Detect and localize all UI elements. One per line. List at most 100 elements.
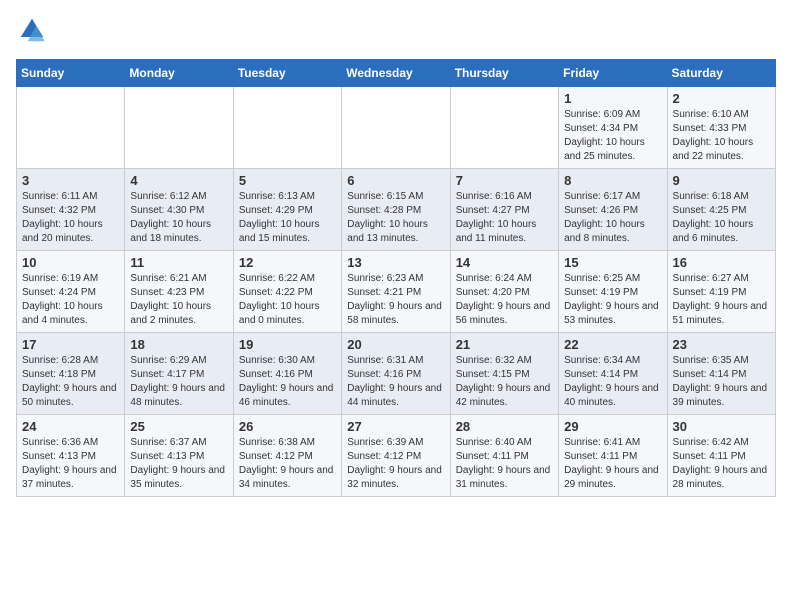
column-header-friday: Friday — [559, 60, 667, 87]
column-header-monday: Monday — [125, 60, 233, 87]
day-info: Sunrise: 6:31 AM Sunset: 4:16 PM Dayligh… — [347, 354, 444, 410]
page-header — [16, 16, 776, 49]
week-row-5: 24 Sunrise: 6:36 AM Sunset: 4:13 PM Dayli… — [17, 415, 776, 497]
day-info: Sunrise: 6:42 AM Sunset: 4:11 PM Dayligh… — [673, 436, 770, 492]
calendar-cell: 17 Sunrise: 6:28 AM Sunset: 4:18 PM Dayli… — [17, 333, 125, 415]
day-info: Sunrise: 6:35 AM Sunset: 4:14 PM Dayligh… — [673, 354, 770, 410]
calendar-cell: 4 Sunrise: 6:12 AM Sunset: 4:30 PM Daylig… — [125, 169, 233, 251]
logo — [16, 16, 46, 49]
calendar-table: SundayMondayTuesdayWednesdayThursdayFrid… — [16, 59, 776, 497]
day-info: Sunrise: 6:36 AM Sunset: 4:13 PM Dayligh… — [22, 436, 119, 492]
calendar-cell: 13 Sunrise: 6:23 AM Sunset: 4:21 PM Dayli… — [342, 251, 450, 333]
day-number: 29 — [564, 419, 661, 434]
day-info: Sunrise: 6:15 AM Sunset: 4:28 PM Dayligh… — [347, 190, 444, 246]
column-header-thursday: Thursday — [450, 60, 558, 87]
calendar-cell: 26 Sunrise: 6:38 AM Sunset: 4:12 PM Dayli… — [233, 415, 341, 497]
calendar-cell: 12Sunrise: 6:22 AM Sunset: 4:22 PM Dayli… — [233, 251, 341, 333]
week-row-3: 10 Sunrise: 6:19 AM Sunset: 4:24 PM Dayli… — [17, 251, 776, 333]
week-row-4: 17 Sunrise: 6:28 AM Sunset: 4:18 PM Dayli… — [17, 333, 776, 415]
day-number: 20 — [347, 337, 444, 352]
calendar-cell — [17, 87, 125, 169]
day-number: 14 — [456, 255, 553, 270]
day-number: 15 — [564, 255, 661, 270]
calendar-cell: 9 Sunrise: 6:18 AM Sunset: 4:25 PM Daylig… — [667, 169, 775, 251]
day-number: 11 — [130, 255, 227, 270]
day-number: 4 — [130, 173, 227, 188]
day-info: Sunrise: 6:10 AM Sunset: 4:33 PM Dayligh… — [673, 108, 770, 164]
day-info: Sunrise: 6:34 AM Sunset: 4:14 PM Dayligh… — [564, 354, 661, 410]
day-info: Sunrise: 6:11 AM Sunset: 4:32 PM Dayligh… — [22, 190, 119, 246]
column-header-sunday: Sunday — [17, 60, 125, 87]
day-number: 5 — [239, 173, 336, 188]
day-info: Sunrise: 6:28 AM Sunset: 4:18 PM Dayligh… — [22, 354, 119, 410]
day-info: Sunrise: 6:40 AM Sunset: 4:11 PM Dayligh… — [456, 436, 553, 492]
day-number: 26 — [239, 419, 336, 434]
calendar-cell — [450, 87, 558, 169]
calendar-cell: 19Sunrise: 6:30 AM Sunset: 4:16 PM Dayli… — [233, 333, 341, 415]
calendar-cell: 27 Sunrise: 6:39 AM Sunset: 4:12 PM Dayli… — [342, 415, 450, 497]
day-number: 25 — [130, 419, 227, 434]
day-info: Sunrise: 6:37 AM Sunset: 4:13 PM Dayligh… — [130, 436, 227, 492]
calendar-cell: 29 Sunrise: 6:41 AM Sunset: 4:11 PM Dayli… — [559, 415, 667, 497]
day-info: Sunrise: 6:12 AM Sunset: 4:30 PM Dayligh… — [130, 190, 227, 246]
day-number: 22 — [564, 337, 661, 352]
day-info: Sunrise: 6:25 AM Sunset: 4:19 PM Dayligh… — [564, 272, 661, 328]
week-row-2: 3 Sunrise: 6:11 AM Sunset: 4:32 PM Daylig… — [17, 169, 776, 251]
calendar-cell: 18Sunrise: 6:29 AM Sunset: 4:17 PM Dayli… — [125, 333, 233, 415]
day-number: 19 — [239, 337, 336, 352]
logo-icon — [18, 16, 46, 44]
calendar-cell: 6 Sunrise: 6:15 AM Sunset: 4:28 PM Daylig… — [342, 169, 450, 251]
day-number: 8 — [564, 173, 661, 188]
calendar-cell: 30Sunrise: 6:42 AM Sunset: 4:11 PM Dayli… — [667, 415, 775, 497]
day-info: Sunrise: 6:32 AM Sunset: 4:15 PM Dayligh… — [456, 354, 553, 410]
day-number: 7 — [456, 173, 553, 188]
day-number: 9 — [673, 173, 770, 188]
header-row: SundayMondayTuesdayWednesdayThursdayFrid… — [17, 60, 776, 87]
day-number: 13 — [347, 255, 444, 270]
calendar-cell: 2 Sunrise: 6:10 AM Sunset: 4:33 PM Daylig… — [667, 87, 775, 169]
day-number: 3 — [22, 173, 119, 188]
day-number: 6 — [347, 173, 444, 188]
day-info: Sunrise: 6:22 AM Sunset: 4:22 PM Dayligh… — [239, 272, 336, 328]
calendar-cell: 14 Sunrise: 6:24 AM Sunset: 4:20 PM Dayli… — [450, 251, 558, 333]
day-number: 17 — [22, 337, 119, 352]
calendar-cell: 15 Sunrise: 6:25 AM Sunset: 4:19 PM Dayli… — [559, 251, 667, 333]
calendar-cell: 3 Sunrise: 6:11 AM Sunset: 4:32 PM Daylig… — [17, 169, 125, 251]
day-info: Sunrise: 6:41 AM Sunset: 4:11 PM Dayligh… — [564, 436, 661, 492]
calendar-cell: 1 Sunrise: 6:09 AM Sunset: 4:34 PM Daylig… — [559, 87, 667, 169]
calendar-cell — [342, 87, 450, 169]
calendar-cell: 23 Sunrise: 6:35 AM Sunset: 4:14 PM Dayli… — [667, 333, 775, 415]
day-number: 10 — [22, 255, 119, 270]
column-header-saturday: Saturday — [667, 60, 775, 87]
day-number: 21 — [456, 337, 553, 352]
day-info: Sunrise: 6:39 AM Sunset: 4:12 PM Dayligh… — [347, 436, 444, 492]
day-number: 27 — [347, 419, 444, 434]
day-number: 24 — [22, 419, 119, 434]
calendar-cell: 8 Sunrise: 6:17 AM Sunset: 4:26 PM Daylig… — [559, 169, 667, 251]
calendar-cell: 25 Sunrise: 6:37 AM Sunset: 4:13 PM Dayli… — [125, 415, 233, 497]
day-info: Sunrise: 6:18 AM Sunset: 4:25 PM Dayligh… — [673, 190, 770, 246]
day-info: Sunrise: 6:38 AM Sunset: 4:12 PM Dayligh… — [239, 436, 336, 492]
day-number: 16 — [673, 255, 770, 270]
day-info: Sunrise: 6:09 AM Sunset: 4:34 PM Dayligh… — [564, 108, 661, 164]
day-info: Sunrise: 6:29 AM Sunset: 4:17 PM Dayligh… — [130, 354, 227, 410]
day-info: Sunrise: 6:16 AM Sunset: 4:27 PM Dayligh… — [456, 190, 553, 246]
day-info: Sunrise: 6:19 AM Sunset: 4:24 PM Dayligh… — [22, 272, 119, 328]
day-number: 2 — [673, 91, 770, 106]
calendar-cell: 22 Sunrise: 6:34 AM Sunset: 4:14 PM Dayli… — [559, 333, 667, 415]
week-row-1: 1 Sunrise: 6:09 AM Sunset: 4:34 PM Daylig… — [17, 87, 776, 169]
day-info: Sunrise: 6:17 AM Sunset: 4:26 PM Dayligh… — [564, 190, 661, 246]
calendar-cell: 24 Sunrise: 6:36 AM Sunset: 4:13 PM Dayli… — [17, 415, 125, 497]
day-number: 1 — [564, 91, 661, 106]
calendar-cell: 21 Sunrise: 6:32 AM Sunset: 4:15 PM Dayli… — [450, 333, 558, 415]
calendar-cell: 28 Sunrise: 6:40 AM Sunset: 4:11 PM Dayli… — [450, 415, 558, 497]
day-info: Sunrise: 6:23 AM Sunset: 4:21 PM Dayligh… — [347, 272, 444, 328]
calendar-cell — [125, 87, 233, 169]
day-info: Sunrise: 6:21 AM Sunset: 4:23 PM Dayligh… — [130, 272, 227, 328]
day-number: 23 — [673, 337, 770, 352]
day-info: Sunrise: 6:13 AM Sunset: 4:29 PM Dayligh… — [239, 190, 336, 246]
day-number: 28 — [456, 419, 553, 434]
calendar-cell: 20 Sunrise: 6:31 AM Sunset: 4:16 PM Dayli… — [342, 333, 450, 415]
calendar-cell: 16Sunrise: 6:27 AM Sunset: 4:19 PM Dayli… — [667, 251, 775, 333]
day-info: Sunrise: 6:24 AM Sunset: 4:20 PM Dayligh… — [456, 272, 553, 328]
